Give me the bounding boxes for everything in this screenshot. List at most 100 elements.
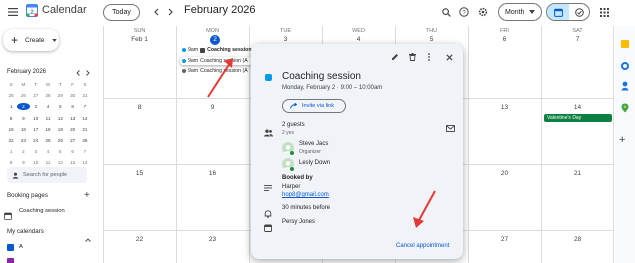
close-icon[interactable] — [444, 52, 454, 62]
mini-day[interactable]: 10 — [30, 159, 42, 166]
collapse-chevron-icon[interactable] — [85, 229, 91, 242]
cancel-appointment-button[interactable]: Cancel appointment — [396, 243, 449, 249]
booking-page-item[interactable]: Coaching session — [19, 208, 65, 214]
mini-day[interactable]: 12 — [54, 159, 66, 166]
mini-day[interactable]: 9 — [17, 115, 29, 122]
mini-day[interactable]: 20 — [66, 126, 78, 133]
date-cell[interactable]: 3 — [249, 36, 322, 43]
invite-via-link-button[interactable]: Invite via link — [282, 99, 346, 113]
date-cell[interactable]: 5 — [395, 36, 468, 43]
date-cell[interactable]: 15 — [103, 170, 176, 177]
mini-day[interactable]: 8 — [5, 159, 17, 166]
mini-day[interactable]: 13 — [66, 159, 78, 166]
mini-day[interactable]: 19 — [54, 126, 66, 133]
today-button[interactable]: Today — [103, 4, 140, 21]
mini-day[interactable]: 7 — [79, 148, 91, 155]
chevron-right-icon[interactable] — [165, 6, 177, 18]
date-cell[interactable]: 8 — [103, 104, 176, 111]
mini-day[interactable]: 28 — [42, 92, 54, 99]
mini-day[interactable]: 6 — [66, 103, 78, 110]
create-button[interactable]: + Create — [3, 29, 59, 51]
mini-day-selected[interactable]: 2 — [17, 103, 30, 111]
mini-day[interactable]: 5 — [54, 148, 66, 155]
more-options-icon[interactable] — [424, 52, 434, 62]
date-cell[interactable]: 22 — [103, 236, 176, 243]
date-cell[interactable]: 20 — [468, 170, 541, 177]
mini-day[interactable]: 9 — [17, 159, 29, 166]
date-cell[interactable]: 21 — [541, 170, 614, 177]
mini-day[interactable]: 11 — [42, 115, 54, 122]
date-cell[interactable]: 4 — [322, 36, 395, 43]
date-cell[interactable]: 6 — [468, 36, 541, 43]
menu-icon[interactable] — [6, 5, 20, 19]
date-cell[interactable]: 23 — [176, 236, 249, 243]
mini-day[interactable]: 16 — [17, 126, 29, 133]
mini-day[interactable]: 25 — [42, 137, 54, 144]
mini-day[interactable]: 10 — [30, 115, 42, 122]
edit-icon[interactable] — [390, 52, 400, 62]
email-guests-icon[interactable] — [445, 124, 455, 132]
mini-day[interactable]: 4 — [42, 148, 54, 155]
mini-day[interactable]: 28 — [79, 137, 91, 144]
contacts-icon[interactable] — [621, 78, 629, 91]
mini-day[interactable]: 17 — [30, 126, 42, 133]
mini-next-icon[interactable] — [84, 69, 92, 77]
mini-day[interactable]: 24 — [30, 137, 42, 144]
mini-day[interactable]: 1 — [5, 103, 17, 110]
settings-icon[interactable] — [477, 6, 489, 18]
view-selector[interactable]: Month — [498, 3, 542, 21]
search-people-field[interactable]: Search for people — [7, 167, 87, 183]
add-booking-page-icon[interactable]: + — [84, 190, 90, 201]
mini-day[interactable]: 27 — [30, 92, 42, 99]
mini-day[interactable]: 29 — [54, 92, 66, 99]
mini-day[interactable]: 13 — [66, 115, 78, 122]
mini-day[interactable]: 12 — [54, 115, 66, 122]
mini-day[interactable]: 6 — [66, 148, 78, 155]
mini-day[interactable]: 8 — [5, 115, 17, 122]
mini-day[interactable]: 1 — [5, 148, 17, 155]
mini-day[interactable]: 31 — [79, 92, 91, 99]
tasks-view-icon[interactable] — [569, 4, 589, 20]
date-cell[interactable]: 7 — [541, 36, 614, 43]
date-cell[interactable]: 16 — [176, 170, 249, 177]
search-icon[interactable] — [440, 6, 452, 18]
chevron-left-icon[interactable] — [150, 6, 162, 18]
mini-day[interactable]: 25 — [5, 92, 17, 99]
event-chip-1[interactable]: 9am Coaching session — [182, 47, 252, 53]
mini-day[interactable]: 23 — [17, 137, 29, 144]
calendar-checkbox-1[interactable] — [7, 244, 14, 256]
mini-day[interactable]: 18 — [42, 126, 54, 133]
apps-grid-icon[interactable] — [598, 6, 610, 18]
mini-day[interactable]: 3 — [30, 103, 42, 110]
mini-day[interactable]: 30 — [66, 92, 78, 99]
date-cell[interactable]: 14 — [541, 104, 614, 111]
calendar-view-icon[interactable] — [547, 4, 569, 20]
date-cell-today[interactable]: 2 — [210, 35, 220, 45]
mini-day[interactable]: 21 — [79, 126, 91, 133]
help-icon[interactable]: ? — [458, 6, 470, 18]
keep-icon[interactable] — [621, 40, 629, 48]
maps-icon[interactable] — [621, 100, 629, 113]
holiday-chip[interactable]: Valentine's Day — [544, 114, 612, 122]
mini-day[interactable]: 7 — [79, 103, 91, 110]
delete-icon[interactable] — [407, 52, 417, 62]
mini-day[interactable]: 15 — [5, 126, 17, 133]
mini-day[interactable]: 26 — [17, 92, 29, 99]
mini-day[interactable]: 4 — [42, 103, 54, 110]
mini-day[interactable]: 14 — [79, 115, 91, 122]
date-cell[interactable]: 13 — [468, 104, 541, 111]
mini-day[interactable]: 22 — [5, 137, 17, 144]
mini-day[interactable]: 14 — [79, 159, 91, 166]
mini-day[interactable]: 5 — [54, 103, 66, 110]
date-cell[interactable]: 9 — [176, 104, 249, 111]
calendar-checkbox-2[interactable] — [7, 258, 14, 263]
mini-day[interactable]: 27 — [66, 137, 78, 144]
mini-day[interactable]: 11 — [42, 159, 54, 166]
mini-day[interactable]: 2 — [17, 148, 29, 155]
add-addon-icon[interactable]: + — [619, 134, 625, 146]
date-cell[interactable]: 28 — [541, 236, 614, 243]
tasks-icon[interactable] — [621, 62, 629, 70]
date-cell[interactable]: Feb 1 — [103, 36, 176, 43]
mini-day[interactable]: 3 — [30, 148, 42, 155]
mini-prev-icon[interactable] — [74, 69, 82, 77]
